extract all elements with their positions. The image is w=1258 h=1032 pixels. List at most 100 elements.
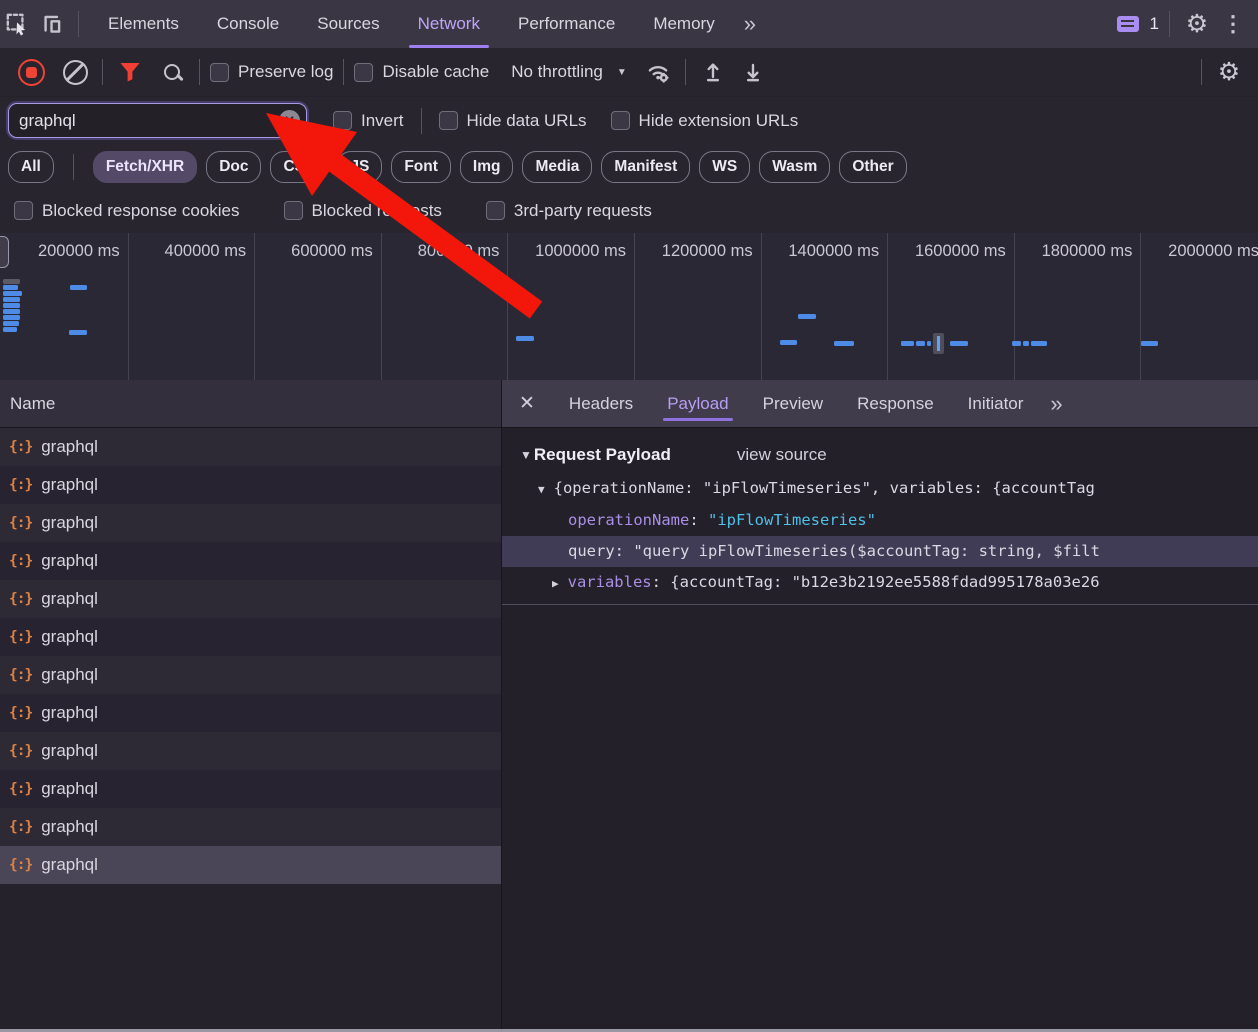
checkbox-box[interactable] [354,62,374,82]
inspect-element-icon[interactable] [0,7,34,41]
table-row[interactable]: {:} graphql [0,846,501,884]
table-row[interactable]: {:} graphql [0,504,501,542]
request-timing-bar[interactable] [3,321,19,326]
request-timing-bar[interactable] [3,327,17,332]
collapse-triangle-icon[interactable]: ▼ [520,448,532,462]
kebab-menu-icon[interactable]: ⋮ [1214,11,1252,37]
clear-filter-icon[interactable]: ✕ [279,110,300,131]
payload-operation-row[interactable]: operationName: "ipFlowTimeseries" [502,505,1258,536]
chevron-down-icon[interactable]: ▼ [617,67,627,78]
name-column-header[interactable]: Name [0,380,501,428]
request-timing-bar[interactable] [516,336,534,341]
more-tabs-icon[interactable]: » [734,11,764,37]
request-timing-bar[interactable] [69,330,87,335]
expand-triangle-icon[interactable]: ▶ [552,577,559,590]
blocked-requests-checkbox[interactable]: Blocked requests [283,201,442,221]
clear-network-log-icon[interactable] [58,55,92,89]
network-settings-gear-icon[interactable]: ⚙ [1212,55,1246,89]
issues-icon[interactable] [1116,7,1146,41]
filter-input[interactable] [9,110,306,131]
close-icon[interactable]: ✕ [502,392,552,415]
checkbox-box[interactable] [610,111,630,130]
hide-data-urls-checkbox[interactable]: Hide data URLs [438,111,587,131]
hide-extension-urls-checkbox[interactable]: Hide extension URLs [610,111,798,131]
request-timing-bar[interactable] [3,297,20,302]
device-toolbar-icon[interactable] [34,7,68,41]
filter-icon[interactable] [113,55,147,89]
filter-pill-css[interactable]: CSS [270,150,329,183]
table-row[interactable]: {:} graphql [0,732,501,770]
record-network-log-icon[interactable] [14,55,48,89]
request-timing-bar[interactable] [901,341,914,346]
invert-checkbox[interactable]: Invert [333,111,404,131]
collapse-triangle-icon[interactable]: ▼ [538,483,545,496]
request-timing-bar[interactable] [927,341,931,346]
checkbox-box[interactable] [283,201,303,220]
filter-pill-ws[interactable]: WS [699,150,751,183]
view-source-link[interactable]: view source [737,445,827,465]
table-row[interactable]: {:} graphql [0,770,501,808]
table-row[interactable]: {:} graphql [0,542,501,580]
request-timing-bar[interactable] [1141,341,1158,346]
import-har-icon[interactable] [696,55,730,89]
3rd-party-requests-checkbox[interactable]: 3rd-party requests [485,201,652,221]
table-row[interactable]: {:} graphql [0,694,501,732]
payload-root-row[interactable]: ▼ {operationName: "ipFlowTimeseries", var… [502,473,1258,505]
table-row[interactable]: {:} graphql [0,466,501,504]
filter-pill-img[interactable]: Img [459,150,514,183]
request-timing-bar[interactable] [3,279,20,284]
tab-elements[interactable]: Elements [89,0,198,48]
checkbox-box[interactable] [485,201,505,220]
filter-pill-media[interactable]: Media [522,150,593,183]
request-timing-bar[interactable] [1023,341,1029,346]
payload-variables-row[interactable]: ▶ variables: {accountTag: "b12e3b2192ee55… [502,567,1258,599]
request-timing-bar[interactable] [834,341,854,346]
throttling-select[interactable]: No throttling [511,62,603,82]
request-timing-bar[interactable] [1031,341,1047,346]
tab-sources[interactable]: Sources [298,0,398,48]
table-row[interactable]: {:} graphql [0,428,501,466]
request-timing-bar[interactable] [798,314,816,319]
filter-pill-all[interactable]: All [8,150,54,183]
request-timing-bar[interactable] [780,340,797,345]
filter-pill-fetchxhr[interactable]: Fetch/XHR [92,150,198,183]
blocked-response-cookies-checkbox[interactable]: Blocked response cookies [14,201,240,221]
table-row[interactable]: {:} graphql [0,656,501,694]
more-detail-tabs-icon[interactable]: » [1040,391,1070,417]
request-timing-bar[interactable] [3,309,20,314]
payload-query-row-selected[interactable]: query: "query ipFlowTimeseries($accountT… [502,536,1258,567]
detail-tab-preview[interactable]: Preview [746,380,840,427]
detail-tab-payload[interactable]: Payload [650,380,745,427]
search-icon[interactable] [155,55,189,89]
network-conditions-icon[interactable] [641,55,675,89]
detail-tab-response[interactable]: Response [840,380,951,427]
checkbox-box[interactable] [14,201,33,220]
request-timing-bar[interactable] [950,341,968,346]
filter-pill-doc[interactable]: Doc [206,150,262,183]
request-timing-bar[interactable] [3,303,20,308]
request-timing-bar[interactable] [3,315,20,320]
tab-network[interactable]: Network [399,0,499,48]
checkbox-box[interactable] [210,62,229,82]
tab-performance[interactable]: Performance [499,0,634,48]
detail-tab-headers[interactable]: Headers [552,380,650,427]
request-timing-bar[interactable] [1012,341,1021,346]
request-timing-bar[interactable] [3,291,22,296]
disable-cache-checkbox[interactable]: Disable cache [354,62,489,82]
request-timing-bar[interactable] [70,285,87,290]
request-timing-bar[interactable] [3,285,18,290]
tab-memory[interactable]: Memory [634,0,733,48]
checkbox-box[interactable] [333,111,352,130]
timeline-selection-marker[interactable] [933,333,944,354]
settings-gear-icon[interactable]: ⚙ [1180,7,1214,41]
export-har-icon[interactable] [736,55,770,89]
network-overview-timeline[interactable]: 200000 ms 400000 ms 600000 ms 800000 ms 1000… [0,233,1258,381]
filter-pill-wasm[interactable]: Wasm [759,150,831,183]
request-timing-bar[interactable] [916,341,925,346]
filter-pill-js[interactable]: JS [337,150,383,183]
table-row[interactable]: {:} graphql [0,618,501,656]
filter-pill-other[interactable]: Other [839,150,907,183]
checkbox-box[interactable] [438,111,458,130]
table-row[interactable]: {:} graphql [0,808,501,846]
filter-pill-font[interactable]: Font [391,150,451,183]
